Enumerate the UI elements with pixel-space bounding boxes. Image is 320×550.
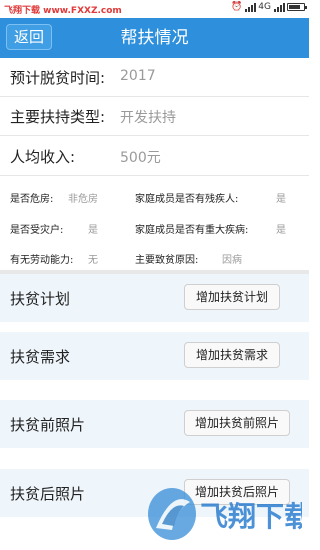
watermark-logo-graphic: 飞翔下载 [148, 488, 312, 540]
dangerous-house-label: 是否危房: [10, 194, 54, 205]
exit-poverty-row: 预计脱贫时间: 2017 [0, 58, 309, 97]
disaster-label: 是否受灾户: [10, 225, 64, 236]
before-photos-label: 扶贫前照片 [10, 416, 86, 434]
dangerous-house-value: 非危房 [68, 194, 98, 205]
status-bar: 飞翔下载 www.FXXZ.com ⏰ 4G [0, 0, 309, 18]
battery-icon [287, 3, 307, 11]
disabled-member-value: 是 [276, 194, 286, 205]
details-row-1: 是否危房: 非危房 家庭成员是否有残疾人: 是 [0, 181, 309, 211]
poverty-cause-label: 主要致贫原因: [135, 255, 199, 266]
poverty-need-label: 扶贫需求 [10, 348, 71, 366]
poverty-plan-label: 扶贫计划 [10, 290, 71, 308]
serious-illness-value: 是 [276, 225, 286, 236]
aid-type-label: 主要扶持类型: [10, 108, 106, 126]
labor-ability-label: 有无劳动能力: [10, 255, 74, 266]
labor-ability-value: 无 [88, 255, 98, 266]
nav-bar: 帮扶情况 返回 [0, 18, 309, 58]
details-row-3: 有无劳动能力: 无 主要致贫原因: 因病 [0, 242, 309, 272]
back-button[interactable]: 返回 [6, 24, 52, 50]
disaster-value: 是 [88, 225, 98, 236]
exit-poverty-value: 2017 [120, 68, 156, 84]
after-photos-label: 扶贫后照片 [10, 485, 86, 503]
section-poverty-plan: 扶贫计划 增加扶贫计划 [0, 274, 309, 322]
aid-type-row: 主要扶持类型: 开发扶持 [0, 97, 309, 136]
exit-poverty-label: 预计脱贫时间: [10, 69, 106, 87]
network-type: 4G [258, 2, 271, 12]
add-poverty-plan-button[interactable]: 增加扶贫计划 [184, 284, 280, 310]
section-before-photos: 扶贫前照片 增加扶贫前照片 [0, 400, 309, 448]
add-before-photo-button[interactable]: 增加扶贫前照片 [184, 410, 290, 436]
section-poverty-need: 扶贫需求 增加扶贫需求 [0, 332, 309, 380]
watermark-logo: 飞翔下载 [142, 480, 312, 546]
income-label: 人均收入: [10, 148, 76, 166]
aid-type-value: 开发扶持 [120, 110, 176, 126]
signal-icon-2 [274, 2, 285, 12]
details-row-2: 是否受灾户: 是 家庭成员是否有重大疾病: 是 [0, 212, 309, 242]
income-value: 500元 [120, 150, 161, 166]
income-row: 人均收入: 500元 [0, 137, 309, 176]
watermark-logo-text: 飞翔下载 [200, 500, 302, 533]
serious-illness-label: 家庭成员是否有重大疾病: [135, 225, 249, 236]
poverty-cause-value: 因病 [222, 255, 242, 266]
status-icons: ⏰ 4G [231, 2, 307, 12]
watermark-text: 飞翔下载 www.FXXZ.com [4, 6, 122, 16]
disabled-member-label: 家庭成员是否有残疾人: [135, 194, 239, 205]
signal-icon [245, 2, 257, 12]
alarm-icon: ⏰ [231, 2, 243, 12]
add-poverty-need-button[interactable]: 增加扶贫需求 [184, 342, 280, 368]
